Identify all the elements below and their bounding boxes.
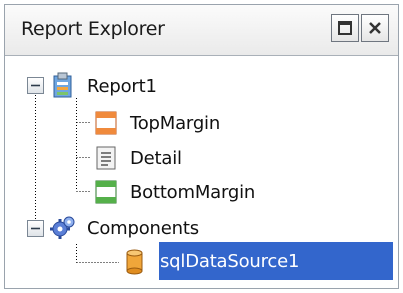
tree-node-label: sqlDataSource1 [160,250,300,272]
tree-node-label: BottomMargin [130,181,256,203]
top-margin-band-icon [92,109,120,137]
bottom-margin-band-icon [92,178,120,206]
tree-node-label: Report1 [87,75,157,97]
report-tree: Report1 TopMargin Detail BottomMargin Co… [5,56,398,288]
components-expander[interactable] [27,220,44,237]
tree-node-bottommargin[interactable]: BottomMargin [92,175,255,209]
database-icon [120,247,148,275]
close-icon[interactable] [361,14,389,42]
tree-node-topmargin[interactable]: TopMargin [92,106,220,140]
detail-band-icon [92,144,120,172]
panel-titlebar: Report Explorer [5,5,398,56]
report1-expander[interactable] [27,77,44,94]
tree-node-components[interactable]: Components [49,211,199,245]
report-explorer-panel: Report Explorer Report1 TopMargin Detail… [4,4,399,289]
tree-node-label: Components [87,217,199,239]
tree-node-label: Detail [130,147,182,169]
window-icon[interactable] [331,14,359,42]
tree-node-detail[interactable]: Detail [92,141,182,175]
components-gear-icon [49,214,77,242]
tree-node-report1[interactable]: Report1 [49,69,157,103]
report-icon [49,72,77,100]
panel-title: Report Explorer [21,18,165,40]
tree-node-sqldatasource1[interactable]: sqlDataSource1 [120,244,299,278]
tree-node-label: TopMargin [130,112,221,134]
